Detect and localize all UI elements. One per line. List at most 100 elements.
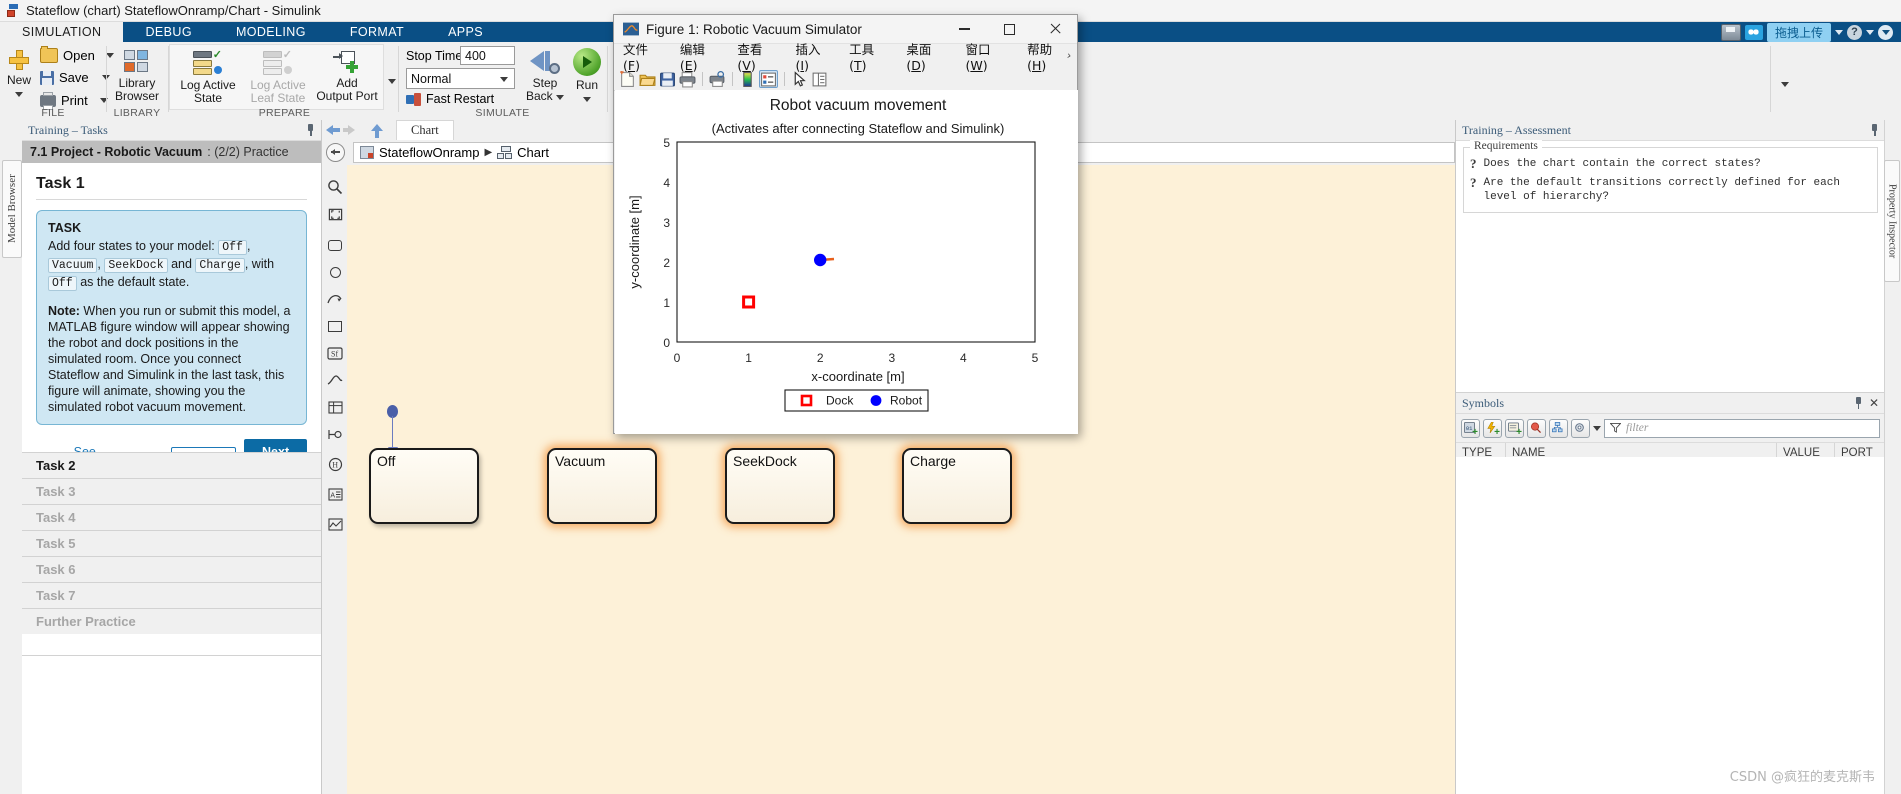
settings-gear-icon[interactable] — [1571, 418, 1590, 438]
list-item[interactable]: Task 6 — [22, 556, 321, 582]
fast-restart-label: Fast Restart — [426, 92, 495, 106]
state-vacuum[interactable]: Vacuum — [547, 448, 657, 524]
pin-icon[interactable] — [306, 124, 315, 136]
fit-to-view-icon[interactable] — [326, 205, 344, 223]
sidebar-tab-model-browser[interactable]: Model Browser — [2, 160, 22, 258]
add-data-icon[interactable]: 01 + — [1461, 418, 1480, 438]
run-chevron-down-icon[interactable] — [583, 97, 591, 102]
legend-icon[interactable] — [759, 69, 778, 88]
data-brush-icon[interactable] — [811, 71, 828, 87]
simulation-mode-select[interactable]: Normal — [406, 68, 515, 89]
state-charge[interactable]: Charge — [902, 448, 1012, 524]
new-button-label: New — [6, 73, 31, 87]
fast-restart-button[interactable]: Fast Restart — [406, 92, 494, 106]
run-button[interactable]: Run — [570, 48, 604, 105]
menu-window[interactable]: 窗口(W) — [956, 39, 1018, 73]
open-button-label: Open — [63, 48, 95, 63]
pointer-icon[interactable] — [791, 70, 808, 87]
breadcrumb-chart[interactable]: Chart — [517, 145, 549, 160]
table-view-icon[interactable] — [1549, 418, 1568, 438]
ribbon-overflow-chevron-down-icon[interactable] — [1781, 75, 1789, 90]
add-message-icon[interactable]: + — [1505, 418, 1524, 438]
pin-icon[interactable] — [1870, 124, 1879, 136]
stop-time-input[interactable]: 400 — [460, 46, 515, 65]
save-icon[interactable] — [1720, 23, 1741, 41]
library-browser-button[interactable]: Library Browser — [107, 50, 167, 103]
tab-format[interactable]: FORMAT — [328, 22, 426, 42]
add-event-icon[interactable]: + — [1483, 418, 1502, 438]
upload-chevron-down-icon[interactable] — [1835, 29, 1843, 35]
log-active-state-icon: ✓ — [193, 49, 223, 76]
resolve-undefined-icon[interactable] — [1527, 418, 1546, 438]
list-item[interactable]: Task 7 — [22, 582, 321, 608]
state-off[interactable]: Off — [369, 448, 479, 524]
up-arrow-icon[interactable] — [366, 121, 388, 139]
zoom-fit-icon[interactable] — [326, 178, 344, 196]
history-junction-icon[interactable] — [326, 263, 344, 281]
symbols-table-body[interactable] — [1456, 457, 1885, 794]
upload-button[interactable]: 拖拽上传 — [1766, 22, 1831, 42]
sidebar-tab-property-inspector[interactable]: Property Inspector — [1884, 160, 1900, 282]
step-back-button[interactable]: Step Back — [522, 48, 568, 103]
list-item[interactable]: Task 3 — [22, 478, 321, 504]
list-item[interactable]: Task 2 — [22, 452, 321, 478]
scope-icon[interactable] — [326, 515, 344, 533]
state-icon[interactable] — [326, 236, 344, 254]
transition-icon[interactable] — [326, 290, 344, 308]
chevron-down-icon[interactable] — [1593, 425, 1601, 431]
help-icon[interactable]: ? — [1847, 24, 1862, 40]
save-icon[interactable] — [659, 71, 676, 87]
tab-modeling[interactable]: MODELING — [214, 22, 328, 42]
menu-file[interactable]: 文件(F) — [614, 39, 671, 73]
truth-table-icon[interactable] — [326, 398, 344, 416]
step-back-chevron-down-icon[interactable] — [556, 95, 565, 100]
tab-simulation[interactable]: SIMULATION — [0, 22, 124, 42]
menu-edit[interactable]: 编辑(E) — [671, 39, 729, 73]
simulink-function-icon[interactable]: Sf — [326, 344, 344, 362]
tab-chart[interactable]: Chart — [396, 120, 454, 140]
menu-view[interactable]: 查看(V) — [728, 39, 786, 73]
box-icon[interactable] — [326, 317, 344, 335]
prepare-overflow-chevron-down-icon[interactable] — [388, 72, 396, 87]
graphical-function-icon[interactable] — [326, 425, 344, 443]
history-icon[interactable]: H — [326, 455, 344, 473]
help-chevron-down-icon[interactable] — [1866, 29, 1874, 35]
state-seekdock[interactable]: SeekDock — [725, 448, 835, 524]
annotation-icon[interactable]: A — [326, 485, 344, 503]
tab-apps[interactable]: APPS — [426, 22, 505, 42]
figure-plot-area[interactable]: Robot vacuum movement (Activates after c… — [615, 90, 1078, 434]
open-button[interactable]: Open — [40, 46, 114, 63]
open-folder-icon[interactable] — [639, 71, 656, 87]
cloud-upload-icon[interactable] — [1744, 24, 1763, 40]
minimize-ribbon-icon[interactable] — [1878, 24, 1893, 40]
menu-desktop[interactable]: 桌面(D) — [897, 39, 956, 73]
add-output-port-button[interactable]: Add Output Port — [315, 50, 379, 103]
matlab-function-icon[interactable] — [326, 371, 344, 389]
list-item[interactable]: Further Practice — [22, 608, 321, 634]
symbols-filter-input[interactable]: filter — [1604, 418, 1880, 438]
list-item[interactable]: Task 5 — [22, 530, 321, 556]
navigate-back-icon[interactable] — [326, 143, 345, 162]
colorbar-icon[interactable] — [739, 71, 756, 87]
back-arrow-icon[interactable] — [322, 121, 344, 139]
watermark: CSDN @疯狂的麦克斯韦 — [1729, 770, 1875, 785]
menu-insert[interactable]: 插入(I) — [786, 39, 840, 73]
breadcrumb-model[interactable]: StateflowOnramp — [379, 145, 479, 160]
pin-icon[interactable] — [1854, 397, 1863, 409]
print-icon[interactable] — [679, 71, 696, 87]
print-preview-icon[interactable] — [709, 70, 726, 87]
new-button[interactable]: New — [2, 49, 36, 100]
new-chevron-down-icon[interactable] — [15, 92, 23, 97]
tab-debug[interactable]: DEBUG — [123, 22, 213, 42]
save-button[interactable]: Save — [40, 70, 110, 85]
menu-tools[interactable]: 工具(T) — [840, 39, 897, 73]
chart-icon — [497, 146, 513, 159]
list-item[interactable]: Task 4 — [22, 504, 321, 530]
new-figure-icon[interactable] — [619, 69, 636, 87]
print-button[interactable]: Print — [40, 91, 108, 110]
symbols-panel: Symbols ✕ 01 + + + filter TYPE NAME VALU… — [1456, 392, 1885, 794]
group-label-prepare: PREPARE — [258, 107, 311, 119]
close-icon[interactable]: ✕ — [1869, 397, 1879, 409]
log-active-state-button[interactable]: ✓ Log Active State — [175, 49, 241, 105]
figure-window[interactable]: Figure 1: Robotic Vacuum Simulator 文件(F)… — [613, 14, 1078, 434]
